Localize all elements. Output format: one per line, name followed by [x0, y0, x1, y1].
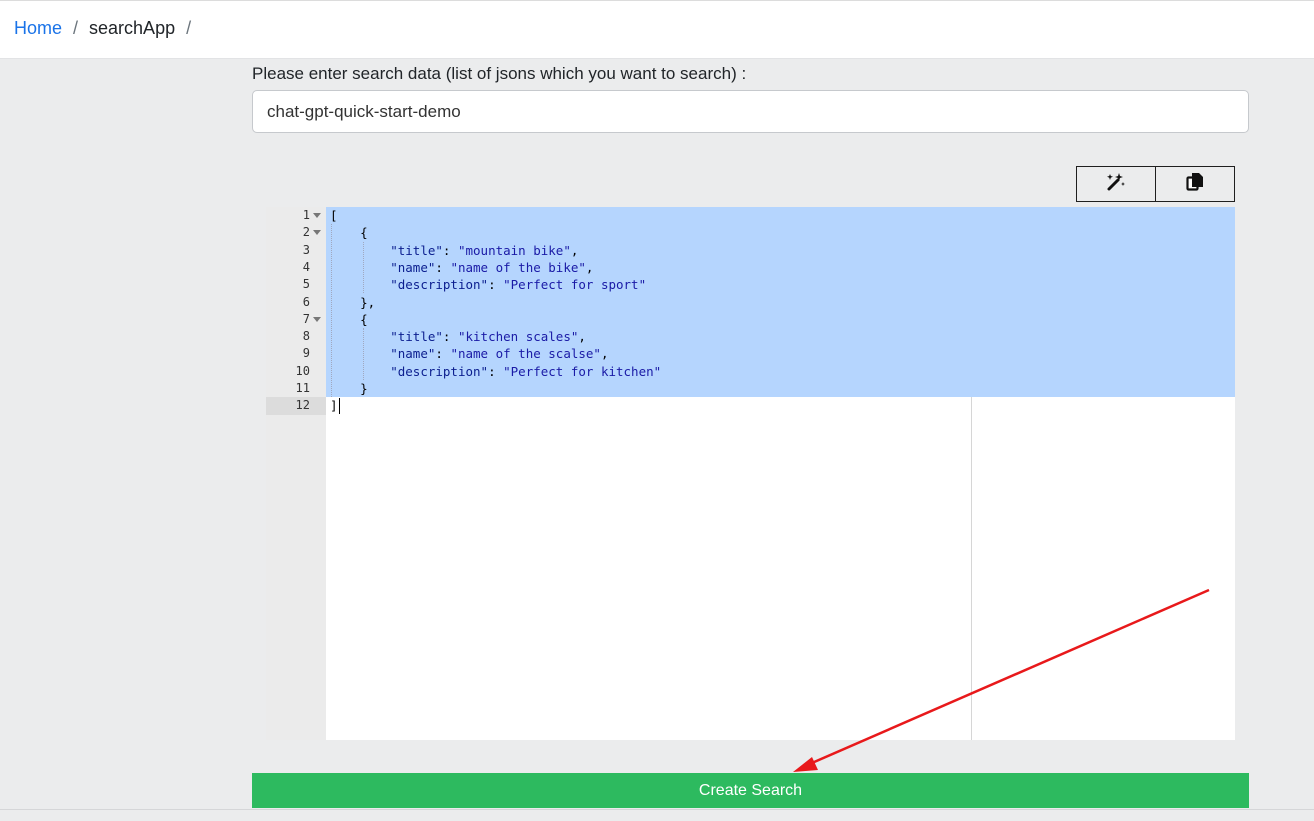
- line-number: 10: [295, 363, 310, 378]
- search-data-label: Please enter search data (list of jsons …: [252, 64, 747, 83]
- fold-arrow-icon[interactable]: [313, 230, 321, 236]
- page-bottom-divider: [0, 809, 1314, 810]
- editor-toolbar: [1076, 166, 1235, 202]
- line-number: 11: [295, 381, 310, 395]
- breadcrumb-home-link[interactable]: Home: [14, 18, 62, 39]
- code-line: ]: [330, 398, 338, 414]
- top-bar: Home / searchApp /: [0, 0, 1314, 59]
- code-line: "description": "Perfect for kitchen": [390, 363, 662, 379]
- line-number: 2: [302, 225, 310, 240]
- code-line: "name": "name of the scalse",: [390, 346, 609, 362]
- code-line: [: [330, 208, 338, 223]
- breadcrumb-current: searchApp: [89, 18, 176, 38]
- line-number: 4: [302, 259, 310, 274]
- format-json-button[interactable]: [1077, 167, 1155, 201]
- code-line: "title": "mountain bike",: [390, 242, 579, 258]
- code-line: }: [360, 381, 368, 396]
- line-number: 8: [302, 329, 310, 344]
- json-editor[interactable]: 1 2 3 4 5 6 7 8 9 10 11 12 [ { "title": …: [266, 207, 1235, 740]
- breadcrumb: Home / searchApp /: [14, 18, 202, 39]
- line-number-active: 12: [266, 397, 326, 415]
- copy-json-button[interactable]: [1155, 167, 1234, 201]
- search-name-input[interactable]: [252, 90, 1249, 133]
- code-line: "name": "name of the bike",: [390, 259, 594, 275]
- code-line: },: [360, 294, 376, 310]
- line-number: 6: [302, 294, 310, 309]
- breadcrumb-separator: /: [73, 18, 79, 38]
- line-number: 1: [302, 208, 310, 222]
- code-line: {: [360, 311, 368, 327]
- copy-icon: [1186, 172, 1204, 197]
- fold-arrow-icon[interactable]: [313, 213, 321, 218]
- line-number: 5: [302, 277, 310, 292]
- fold-arrow-icon[interactable]: [313, 316, 321, 322]
- code-line: "title": "kitchen scales",: [390, 329, 586, 345]
- print-margin: [971, 397, 972, 740]
- create-search-button[interactable]: Create Search: [252, 773, 1249, 808]
- breadcrumb-separator: /: [186, 18, 192, 38]
- code-line: {: [360, 225, 368, 241]
- line-number: 3: [302, 242, 310, 257]
- magic-wand-icon: [1106, 172, 1126, 197]
- line-number: 7: [302, 311, 310, 326]
- code-line: "description": "Perfect for sport": [390, 277, 647, 293]
- line-number: 9: [302, 346, 310, 361]
- text-cursor: [339, 398, 340, 414]
